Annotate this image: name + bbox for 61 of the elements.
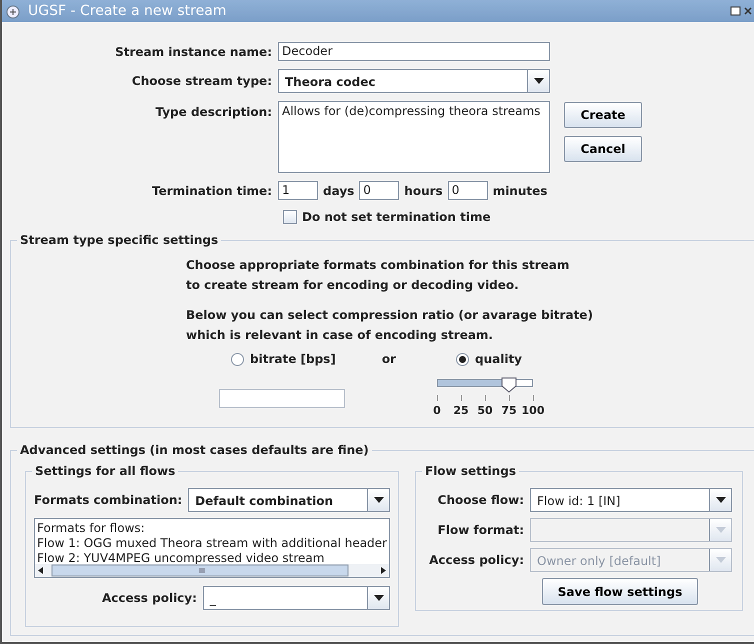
tick-label: 0 bbox=[433, 403, 441, 419]
maximize-icon[interactable] bbox=[730, 5, 742, 17]
section-title: Advanced settings (in most cases defaults are fine) bbox=[17, 442, 372, 458]
dropdown-arrow-icon bbox=[374, 595, 384, 601]
dropdown-arrow-icon bbox=[716, 527, 726, 533]
time-field[interactable]: 0 bbox=[448, 181, 488, 200]
bitrate-field[interactable] bbox=[219, 389, 345, 408]
save-button[interactable]: Save flow settings bbox=[542, 578, 698, 605]
radio-label: bitrate [bps] bbox=[250, 351, 336, 368]
field-label: Access policy: bbox=[102, 590, 197, 607]
flow-dropdown[interactable]: Flow id: 1 [IN] bbox=[530, 488, 732, 512]
window-title: UGSF - Create a new stream bbox=[28, 2, 226, 20]
time-field[interactable]: 1 bbox=[278, 181, 318, 200]
description-text: which is relevant in case of encoding stream. bbox=[186, 327, 494, 344]
or-label: or bbox=[382, 351, 396, 368]
unit-label: days bbox=[323, 182, 354, 200]
radio-button[interactable] bbox=[231, 352, 244, 366]
radio-button[interactable] bbox=[456, 352, 469, 366]
field-label: Access policy: bbox=[428, 552, 524, 569]
close-icon[interactable] bbox=[744, 5, 752, 17]
description-area[interactable]: Allows for (de)compressing theora streams bbox=[278, 101, 550, 173]
window-icon bbox=[6, 4, 20, 19]
field-label: Formats combination: bbox=[34, 492, 182, 509]
time-field[interactable]: 0 bbox=[359, 181, 400, 200]
formats-dropdown[interactable]: Default combination bbox=[188, 488, 390, 512]
panel-title: Settings for all flows bbox=[32, 463, 178, 479]
field-label: Flow format: bbox=[436, 522, 524, 539]
section-title: Stream type specific settings bbox=[17, 232, 222, 248]
dropdown-arrow-icon bbox=[534, 78, 544, 84]
field-label: Stream instance name: bbox=[114, 44, 272, 60]
description-text: Choose appropriate formats combination for this stream bbox=[186, 257, 570, 274]
panel-title: Flow settings bbox=[422, 463, 519, 479]
scroll-bar[interactable] bbox=[35, 564, 389, 577]
tick-label: 50 bbox=[477, 403, 493, 419]
stream-type-dropdown[interactable]: Theora codec bbox=[278, 69, 550, 93]
list-line: Flow 1: OGG muxed Theora stream with additional header bbox=[37, 536, 387, 551]
dropdown-arrow-icon bbox=[716, 557, 726, 563]
field-label: Choose flow: bbox=[436, 492, 524, 509]
create-button[interactable]: Create bbox=[564, 102, 642, 128]
field-label: Termination time: bbox=[150, 182, 272, 200]
cancel-button[interactable]: Cancel bbox=[564, 136, 642, 162]
unit-label: minutes bbox=[492, 182, 548, 200]
description-text: to create stream for encoding or decoding video. bbox=[186, 277, 520, 294]
checkbox-label: Do not set termination time bbox=[302, 209, 491, 226]
list-line: Formats for flows: bbox=[37, 521, 146, 536]
dropdown-arrow-icon bbox=[716, 497, 726, 503]
unit-label: hours bbox=[404, 182, 443, 200]
name-field[interactable]: Decoder bbox=[278, 42, 550, 61]
field-label: Choose stream type: bbox=[130, 73, 272, 90]
checkbox[interactable] bbox=[283, 210, 297, 224]
slider-thumb[interactable] bbox=[501, 376, 517, 393]
description-text: Below you can select compression ratio (or avarage bitrate) bbox=[186, 307, 594, 324]
formats-list[interactable]: Formats for flows: Flow 1: OGG muxed Theora stream with additional header Flow 2: YUV4MPEG uncompressed video stream bbox=[34, 518, 390, 578]
radio-label: quality bbox=[474, 351, 522, 368]
tick-label: 100 bbox=[522, 403, 544, 419]
access-dropdown[interactable]: _ bbox=[202, 586, 390, 610]
tick-label: 75 bbox=[501, 403, 517, 419]
list-line: Flow 2: YUV4MPEG uncompressed video stream bbox=[37, 551, 326, 566]
field-label: Type description: bbox=[154, 104, 272, 121]
dropdown-arrow-icon bbox=[374, 497, 384, 503]
tick-label: 25 bbox=[453, 403, 469, 419]
